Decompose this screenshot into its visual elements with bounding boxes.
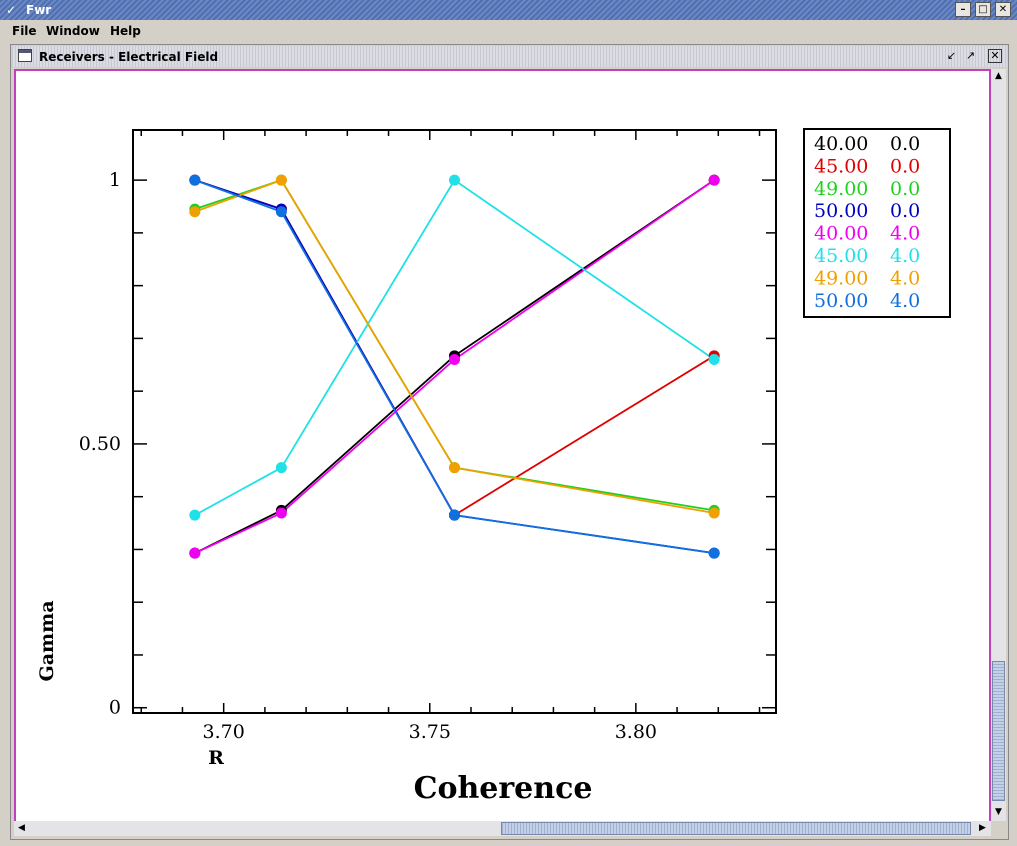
legend-entry-value: 0.0 [890, 133, 920, 155]
app-title: Fwr [26, 3, 52, 17]
data-point [449, 174, 460, 186]
menu-window[interactable]: Window [46, 23, 100, 39]
menu-help[interactable]: Help [110, 23, 141, 39]
data-point [708, 547, 720, 559]
legend-entry-name: 40.00 [814, 133, 868, 155]
series-line [194, 179, 715, 512]
data-point [708, 174, 720, 186]
window-menu-chevron-icon[interactable]: ✓ [3, 2, 19, 18]
minimize-button[interactable]: – [955, 2, 971, 17]
legend-entry-value: 0.0 [890, 155, 920, 177]
horizontal-scrollbar[interactable]: ◀ ▶ [14, 821, 991, 836]
close-icon[interactable]: ✕ [988, 49, 1002, 63]
legend-entry-name: 45.00 [814, 155, 868, 177]
data-point [449, 462, 460, 474]
iconify-icon[interactable]: ↙ [944, 49, 959, 64]
legend-entry-value: 4.0 [890, 290, 920, 312]
data-point [275, 507, 287, 519]
data-point [708, 507, 720, 519]
vertical-scroll-thumb[interactable] [992, 661, 1005, 801]
data-point [275, 206, 287, 218]
x-tick-label: 3.70 [203, 721, 245, 743]
legend-entry-name: 40.00 [814, 223, 868, 245]
y-tick-label: 1 [109, 169, 121, 191]
data-point [189, 509, 201, 521]
legend-entry-name: 50.00 [814, 200, 868, 222]
legend-entry-name: 45.00 [814, 245, 868, 267]
data-point [275, 462, 287, 474]
horizontal-scroll-thumb[interactable] [501, 822, 971, 835]
app-titlebar: ✓ Fwr – □ ✕ [0, 0, 1017, 20]
close-button[interactable]: ✕ [995, 2, 1011, 17]
data-point [189, 206, 201, 218]
vertical-scrollbar[interactable]: ▲ ▼ [991, 69, 1006, 821]
menubar: File Window Help [0, 20, 1017, 42]
plot-frame [132, 129, 777, 714]
maximize-icon[interactable]: ↗ [963, 49, 978, 64]
internal-frame-titlebar: Receivers - Electrical Field ↙ ↗ ✕ [12, 46, 1007, 67]
plot-area: 3.70 3.75 3.80 0 0.50 1 Gamma R Coherence 40.… [14, 69, 991, 823]
menu-file[interactable]: File [12, 23, 37, 39]
data-point [189, 174, 201, 186]
data-point [275, 174, 287, 186]
data-point [708, 354, 720, 366]
x-tick-label: 3.80 [615, 721, 657, 743]
internal-frame: Receivers - Electrical Field ↙ ↗ ✕ 3.70 3… [10, 44, 1009, 840]
data-point [449, 509, 460, 521]
legend-entry-name: 49.00 [814, 178, 868, 200]
legend-entry-value: 4.0 [890, 223, 920, 245]
scroll-up-icon[interactable]: ▲ [992, 70, 1005, 83]
legend-entry-name: 50.00 [814, 290, 868, 312]
chart: 3.70 3.75 3.80 0 0.50 1 Gamma R Coherence 40.… [36, 128, 951, 806]
legend-entry-value: 0.0 [890, 200, 920, 222]
window-icon [18, 49, 32, 62]
scroll-left-icon[interactable]: ◀ [15, 822, 28, 835]
maximize-button[interactable]: □ [975, 2, 991, 17]
y-axis-label: Gamma [36, 600, 58, 681]
scroll-down-icon[interactable]: ▼ [992, 806, 1005, 819]
legend-entry-name: 49.00 [814, 267, 868, 289]
internal-frame-title: Receivers - Electrical Field [39, 50, 219, 64]
y-tick-label: 0 [109, 697, 121, 719]
x-unit-label: R [208, 747, 224, 769]
x-axis-label: Coherence [414, 771, 593, 806]
legend-entry-value: 4.0 [890, 267, 920, 289]
data-point [449, 354, 460, 366]
legend-entry-value: 0.0 [890, 178, 920, 200]
legend-entry-value: 4.0 [890, 245, 920, 267]
x-tick-label: 3.75 [409, 721, 451, 743]
scroll-right-icon[interactable]: ▶ [976, 822, 989, 835]
data-point [189, 547, 201, 559]
y-tick-label: 0.50 [79, 433, 121, 455]
